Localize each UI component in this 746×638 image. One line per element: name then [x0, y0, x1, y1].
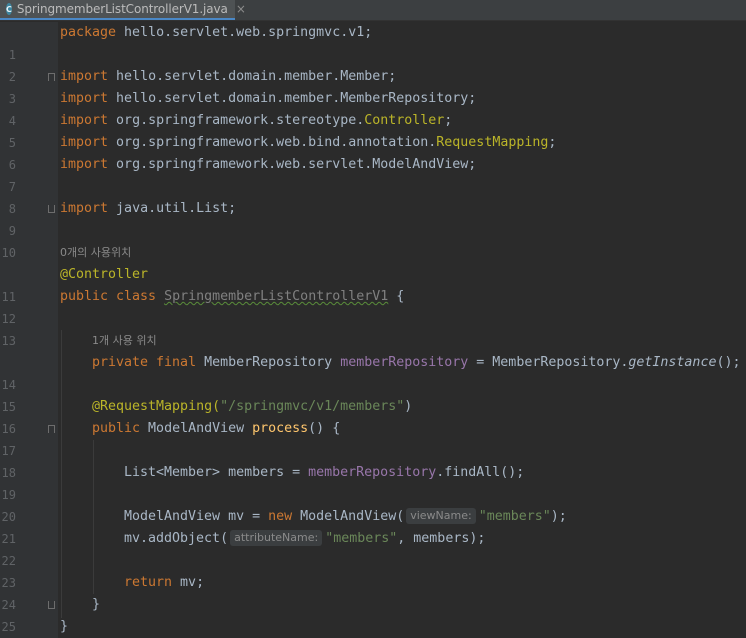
- keyword-token: public class: [60, 289, 157, 304]
- annotation-token: Controller: [364, 113, 445, 128]
- code-line: 19 List<Member> members = memberReposito…: [0, 462, 746, 502]
- code-token: org.springframework.web.bind.annotation.: [108, 135, 437, 150]
- code-line: 2: [0, 44, 746, 84]
- code-line: 26 }: [0, 616, 746, 638]
- code-token: org.springframework.stereotype.: [108, 113, 365, 128]
- parameter-hint: viewName:: [406, 508, 476, 524]
- code-line: 7 import org.springframework.web.servlet…: [0, 154, 746, 194]
- usage-hint-line: 1개 사용 위치: [0, 330, 746, 352]
- code-token: ;: [444, 113, 453, 128]
- code-line: 6 import org.springframework.web.bind.an…: [0, 132, 746, 172]
- code-token: List<Member> members =: [124, 465, 309, 480]
- code-token: .findAll();: [436, 465, 525, 480]
- code-token: }: [60, 619, 69, 634]
- fold-end-icon[interactable]: [48, 601, 55, 609]
- code-line: 14 private final MemberRepository member…: [0, 352, 746, 392]
- keyword-token: import: [60, 157, 109, 172]
- code-token: () {: [308, 421, 341, 436]
- annotation-token: RequestMapping: [436, 135, 549, 150]
- java-class-icon: C: [6, 3, 12, 15]
- keyword-token: import: [60, 91, 109, 106]
- keyword-token: import: [60, 201, 109, 216]
- code-token: ;: [548, 135, 557, 150]
- field-token: memberRepository: [308, 465, 437, 480]
- keyword-token: import: [60, 135, 109, 150]
- code-line: 17 public ModelAndView process() {: [0, 418, 746, 458]
- usage-hint[interactable]: 0개의 사용위치: [60, 242, 131, 264]
- code-token: = MemberRepository.: [468, 355, 629, 370]
- code-token: java.util.List;: [108, 201, 237, 216]
- code-token: ModelAndView mv =: [124, 509, 269, 524]
- code-token: }: [92, 597, 101, 612]
- parameter-hint: attributeName:: [230, 530, 323, 546]
- class-name-token: SpringmemberListControllerV1: [164, 289, 389, 304]
- code-line: 20: [0, 484, 746, 524]
- code-token: hello.servlet.domain.member.MemberReposi…: [108, 91, 477, 106]
- code-editor[interactable]: 1 package hello.servlet.web.springmvc.v1…: [0, 22, 746, 638]
- keyword-token: new: [268, 509, 293, 524]
- code-line: 12 public class SpringmemberListControll…: [0, 286, 746, 326]
- code-line: 4 import hello.servlet.domain.member.Mem…: [0, 88, 746, 128]
- code-line: 24 return mv;: [0, 572, 746, 612]
- code-token: ();: [716, 355, 741, 370]
- fold-toggle-icon[interactable]: [48, 425, 55, 433]
- keyword-token: return: [124, 575, 173, 590]
- code-line: 11 @Controller: [0, 264, 746, 304]
- ide-window: C SpringmemberListControllerV1.java × 1 …: [0, 0, 746, 638]
- editor-tab-bar: C SpringmemberListControllerV1.java ×: [0, 0, 746, 21]
- code-line: 22 mv.addObject(attributeName: "members",…: [0, 528, 746, 568]
- method-name-token: process: [252, 421, 309, 436]
- code-line: 9 import java.util.List;: [0, 198, 746, 238]
- code-line: 21 ModelAndView mv = new ModelAndView(vi…: [0, 506, 746, 546]
- annotation-token: @RequestMapping(: [92, 399, 221, 414]
- string-token: "/springmvc/v1/members": [220, 399, 405, 414]
- tab-title: SpringmemberListControllerV1.java: [16, 2, 228, 16]
- code-line: 13: [0, 308, 746, 348]
- keyword-token: public: [92, 421, 141, 436]
- string-token: "members": [478, 509, 551, 524]
- code-line: 10: [0, 220, 746, 260]
- code-token: hello.servlet.domain.member.Member;: [108, 69, 397, 84]
- code-token: mv.addObject(: [124, 531, 229, 546]
- method-call-token: getInstance: [628, 355, 717, 370]
- keyword-token: import: [60, 113, 109, 128]
- code-line: 25 }: [0, 594, 746, 634]
- fold-toggle-icon[interactable]: [48, 73, 55, 81]
- code-line: 1 package hello.servlet.web.springmvc.v1…: [0, 22, 746, 62]
- code-token: org.springframework.web.servlet.ModelAnd…: [108, 157, 477, 172]
- annotation-token: @Controller: [60, 267, 149, 282]
- code-token: ): [404, 399, 413, 414]
- code-token: hello.servlet.web.springmvc.v1;: [116, 25, 373, 40]
- field-token: memberRepository: [340, 355, 469, 370]
- code-line: 15: [0, 374, 746, 414]
- code-token: mv;: [172, 575, 205, 590]
- code-line: 3 import hello.servlet.domain.member.Mem…: [0, 66, 746, 106]
- keyword-token: import: [60, 69, 109, 84]
- usage-hint[interactable]: 1개 사용 위치: [92, 330, 157, 352]
- fold-end-icon[interactable]: [48, 205, 55, 213]
- code-token: ModelAndView: [140, 421, 253, 436]
- keyword-token: private final: [92, 355, 197, 370]
- code-line: 8: [0, 176, 746, 216]
- code-token: ModelAndView(: [292, 509, 405, 524]
- code-token: {: [388, 289, 405, 304]
- code-line: 23: [0, 550, 746, 590]
- code-token: , members);: [397, 531, 486, 546]
- code-line: 18: [0, 440, 746, 480]
- string-token: "members": [325, 531, 398, 546]
- code-token: );: [550, 509, 567, 524]
- code-line: 16 @RequestMapping("/springmvc/v1/member…: [0, 396, 746, 436]
- code-line: 5 import org.springframework.stereotype.…: [0, 110, 746, 150]
- keyword-token: package: [60, 25, 117, 40]
- tab-springmember-list-controller[interactable]: C SpringmemberListControllerV1.java ×: [0, 0, 246, 20]
- code-token: MemberRepository: [196, 355, 341, 370]
- usage-hint-line: 0개의 사용위치: [0, 242, 746, 264]
- code-lines: 1 package hello.servlet.web.springmvc.v1…: [0, 22, 746, 638]
- close-icon[interactable]: ×: [236, 2, 246, 16]
